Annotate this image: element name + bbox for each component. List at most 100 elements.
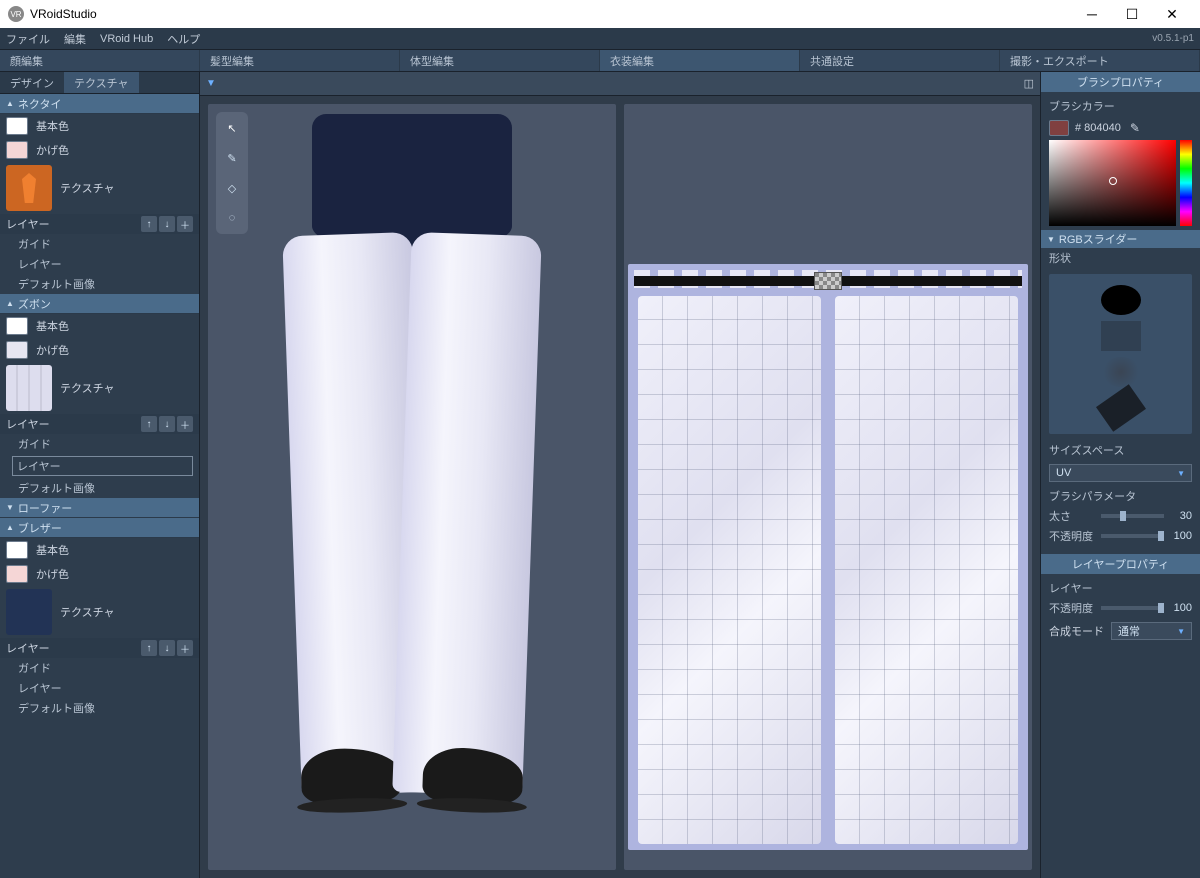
section-blazer[interactable]: ▲ブレザー	[0, 518, 199, 538]
blazer-thumb-icon	[6, 589, 52, 635]
layer-down-icon[interactable]: ↓	[159, 416, 175, 432]
layer-up-icon[interactable]: ↑	[141, 216, 157, 232]
viewport-3d[interactable]: ↖ ✎ ◇ ◌	[208, 104, 616, 870]
eyedropper-icon[interactable]: ✎	[1127, 120, 1143, 136]
shape-line[interactable]	[1101, 393, 1141, 423]
brush-color-label: ブラシカラー	[1041, 96, 1200, 116]
rgb-slider-header[interactable]: ▼RGBスライダー	[1041, 230, 1200, 248]
layer-add-icon[interactable]: ＋	[177, 416, 193, 432]
tab-common[interactable]: 共通設定	[800, 50, 1000, 71]
app-logo-icon: VR	[8, 6, 24, 22]
shape-soft[interactable]	[1101, 357, 1141, 387]
layer-add-icon[interactable]: ＋	[177, 216, 193, 232]
center-toolbar: ▼ ◫	[200, 72, 1040, 96]
tab-body[interactable]: 体型編集	[400, 50, 600, 71]
tab-export[interactable]: 撮影・エクスポート	[1000, 50, 1200, 71]
pants-layer-default[interactable]: デフォルト画像	[0, 478, 199, 498]
section-loafer[interactable]: ▼ローファー	[0, 498, 199, 518]
brush-color-swatch[interactable]	[1049, 120, 1069, 136]
pants-layer-head: レイヤー ↑ ↓ ＋	[0, 414, 199, 434]
main-tabs: 顔編集 髪型編集 体型編集 衣装編集 共通設定 撮影・エクスポート	[0, 50, 1200, 72]
subtab-design[interactable]: デザイン	[0, 72, 64, 93]
necktie-base-color[interactable]: 基本色	[0, 114, 199, 138]
tool-eraser-icon[interactable]: ◇	[222, 178, 242, 198]
layer-name-label: レイヤー	[1041, 578, 1200, 598]
dropdown-icon[interactable]: ▼	[206, 78, 216, 89]
menubar: ファイル 編集 VRoid Hub ヘルプ v0.5.1-p1	[0, 28, 1200, 50]
thickness-slider[interactable]	[1101, 514, 1164, 518]
pants-layer-guide[interactable]: ガイド	[0, 434, 199, 454]
tab-face[interactable]: 顔編集	[0, 50, 200, 71]
tab-outfit[interactable]: 衣装編集	[600, 50, 800, 71]
brush-opacity-slider[interactable]	[1101, 534, 1164, 538]
necktie-layer-guide[interactable]: ガイド	[0, 234, 199, 254]
blazer-base-color[interactable]: 基本色	[0, 538, 199, 562]
necktie-layer-layer[interactable]: レイヤー	[0, 254, 199, 274]
tool-pencil-icon[interactable]: ✎	[222, 148, 242, 168]
brush-property-header: ブラシプロパティ	[1041, 72, 1200, 92]
pants-layer-layer[interactable]: レイヤー	[12, 456, 193, 476]
left-subtabs: デザイン テクスチャ	[0, 72, 199, 94]
pants-shade-color[interactable]: かげ色	[0, 338, 199, 362]
viewports: ↖ ✎ ◇ ◌	[200, 96, 1040, 878]
center-panel: ▼ ◫ ↖ ✎ ◇ ◌	[200, 72, 1040, 878]
maximize-button[interactable]: ☐	[1112, 0, 1152, 28]
main-area: デザイン テクスチャ ▲ネクタイ 基本色 かげ色 テクスチャ レイヤー ↑ ↓ …	[0, 72, 1200, 878]
tab-hair[interactable]: 髪型編集	[200, 50, 400, 71]
section-pants[interactable]: ▲ズボン	[0, 294, 199, 314]
viewport-uv[interactable]	[624, 104, 1032, 870]
section-necktie[interactable]: ▲ネクタイ	[0, 94, 199, 114]
blazer-shade-color[interactable]: かげ色	[0, 562, 199, 586]
blazer-layer-head: レイヤー ↑ ↓ ＋	[0, 638, 199, 658]
blazer-layer-layer[interactable]: レイヤー	[0, 678, 199, 698]
pants-texture[interactable]: テクスチャ	[0, 362, 199, 414]
left-panel: デザイン テクスチャ ▲ネクタイ 基本色 かげ色 テクスチャ レイヤー ↑ ↓ …	[0, 72, 200, 878]
window-controls: ─ ☐ ✕	[1072, 0, 1192, 28]
thickness-row: 太さ 30	[1041, 506, 1200, 526]
layer-opacity-slider[interactable]	[1101, 606, 1164, 610]
app-title: VRoidStudio	[30, 7, 97, 21]
menu-edit[interactable]: 編集	[64, 31, 86, 47]
menu-help[interactable]: ヘルプ	[167, 31, 200, 47]
layer-down-icon[interactable]: ↓	[159, 216, 175, 232]
necktie-layer-head: レイヤー ↑ ↓ ＋	[0, 214, 199, 234]
layer-opacity-row: 不透明度 100	[1041, 598, 1200, 618]
blazer-layer-default[interactable]: デフォルト画像	[0, 698, 199, 718]
subtab-texture[interactable]: テクスチャ	[64, 72, 139, 93]
layer-property-header: レイヤープロパティ	[1041, 554, 1200, 574]
pants-thumb-icon	[6, 365, 52, 411]
right-panel: ブラシプロパティ ブラシカラー # 804040 ✎ ▼RGBスライダー 形状 …	[1040, 72, 1200, 878]
shape-circle[interactable]	[1101, 285, 1141, 315]
tool-select-icon[interactable]: ↖	[222, 118, 242, 138]
version-label: v0.5.1-p1	[1152, 33, 1194, 44]
titlebar: VR VRoidStudio ─ ☐ ✕	[0, 0, 1200, 28]
shape-square[interactable]	[1101, 321, 1141, 351]
brush-color-hex: # 804040	[1075, 122, 1121, 134]
blazer-texture[interactable]: テクスチャ	[0, 586, 199, 638]
brush-shapes	[1049, 274, 1192, 434]
hue-slider[interactable]	[1180, 140, 1192, 226]
tool-blur-icon[interactable]: ◌	[222, 208, 242, 228]
menu-hub[interactable]: VRoid Hub	[100, 33, 153, 45]
mirror-icon[interactable]: ◫	[1024, 77, 1034, 90]
blend-mode-row: 合成モード 通常▼	[1041, 618, 1200, 644]
minimize-button[interactable]: ─	[1072, 0, 1112, 28]
necktie-thumb-icon	[6, 165, 52, 211]
blazer-layer-guide[interactable]: ガイド	[0, 658, 199, 678]
layer-up-icon[interactable]: ↑	[141, 416, 157, 432]
necktie-texture[interactable]: テクスチャ	[0, 162, 199, 214]
layer-up-icon[interactable]: ↑	[141, 640, 157, 656]
color-picker[interactable]	[1049, 140, 1192, 226]
layer-label: レイヤー	[6, 216, 50, 232]
layer-add-icon[interactable]: ＋	[177, 640, 193, 656]
menu-file[interactable]: ファイル	[6, 31, 50, 47]
close-button[interactable]: ✕	[1152, 0, 1192, 28]
necktie-shade-color[interactable]: かげ色	[0, 138, 199, 162]
blend-mode-select[interactable]: 通常▼	[1111, 622, 1192, 640]
necktie-layer-default[interactable]: デフォルト画像	[0, 274, 199, 294]
size-space-select[interactable]: UV▼	[1049, 464, 1192, 482]
layer-down-icon[interactable]: ↓	[159, 640, 175, 656]
brush-opacity-row: 不透明度 100	[1041, 526, 1200, 546]
pants-base-color[interactable]: 基本色	[0, 314, 199, 338]
shape-label: 形状	[1041, 248, 1200, 268]
